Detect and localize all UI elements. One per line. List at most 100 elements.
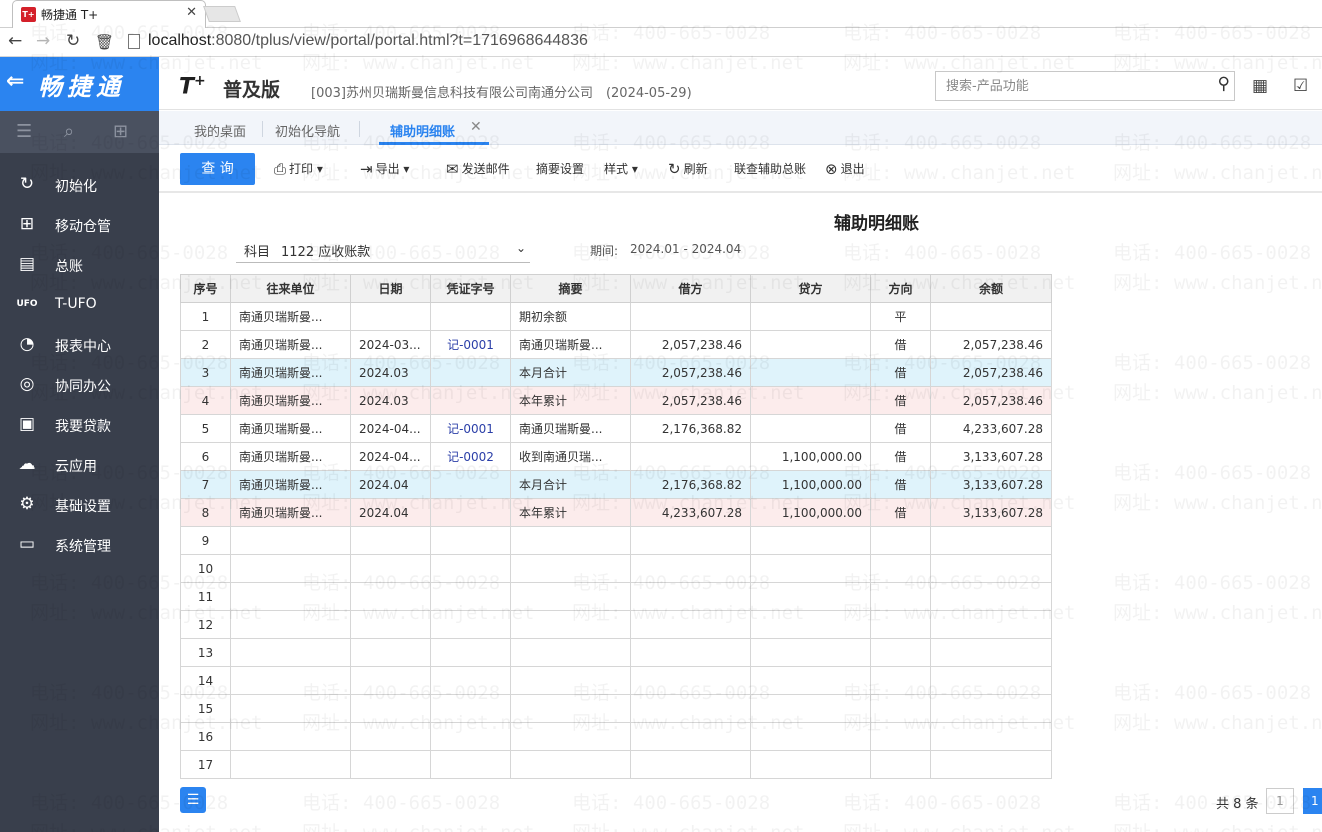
cell-credit: 1,100,000.00 [750, 470, 871, 499]
tab-my-desktop[interactable]: 我的桌面 [194, 121, 246, 140]
column-header[interactable]: 余额 [930, 274, 1052, 303]
column-header[interactable]: 方向 [870, 274, 931, 303]
table-row[interactable]: 10 [180, 554, 1052, 583]
table-row[interactable]: 1 南通贝瑞斯曼... 期初余额 平 [180, 302, 1052, 331]
column-header[interactable]: 日期 [350, 274, 431, 303]
cell-direction [870, 582, 931, 611]
sidebar-item-system-admin[interactable]: ▭ 系统管理 [0, 525, 159, 565]
export-button[interactable]: ⇥ 导出 ▾ [360, 160, 409, 178]
close-tab-icon[interactable]: ✕ [470, 119, 482, 135]
linked-summary-button[interactable]: 联查辅助总账 [734, 160, 806, 177]
sidebar-item-basic-settings[interactable]: ⚙ 基础设置 [0, 485, 159, 525]
trash-icon[interactable]: 🗑 [95, 33, 114, 51]
sidebar-item-t-ufo[interactable]: UFO T-UFO [0, 285, 159, 325]
print-button[interactable]: ⎙ 打印 ▾ [274, 160, 323, 178]
export-icon: ⇥ [360, 160, 373, 178]
cell-credit [750, 722, 871, 751]
reload-icon[interactable]: ↻ [66, 31, 80, 51]
table-row[interactable]: 17 [180, 750, 1052, 779]
cell-voucher[interactable]: 记-0001 [430, 330, 511, 359]
cell-date: 2024.03 [350, 386, 431, 415]
table-row[interactable]: 9 [180, 526, 1052, 555]
cell-seq: 4 [180, 386, 231, 415]
cell-unit: 南通贝瑞斯曼... [230, 498, 351, 527]
sidebar-item-mobile-warehouse[interactable]: ⊞ 移动仓管 [0, 205, 159, 245]
mail-icon: ✉ [446, 160, 459, 178]
tab-aux-detail-ledger[interactable]: 辅助明细账 [390, 121, 455, 140]
column-header[interactable]: 序号 [180, 274, 231, 303]
cell-voucher[interactable]: 记-0001 [430, 414, 511, 443]
page-tabs: 我的桌面 初始化导航 辅助明细账 ✕ [159, 111, 1322, 145]
table-row[interactable]: 11 [180, 582, 1052, 611]
column-header[interactable]: 摘要 [510, 274, 631, 303]
column-header[interactable]: 借方 [630, 274, 751, 303]
sidebar-item-init[interactable]: ↻ 初始化 [0, 165, 159, 205]
style-button[interactable]: 样式 ▾ [604, 160, 638, 177]
cell-seq: 10 [180, 554, 231, 583]
print-label: 打印 [289, 162, 314, 176]
table-row[interactable]: 8 南通贝瑞斯曼... 2024.04 本年累计 4,233,607.28 1,100,0… [180, 498, 1052, 527]
cell-seq: 9 [180, 526, 231, 555]
cell-voucher [430, 694, 511, 723]
column-header[interactable]: 凭证字号 [430, 274, 511, 303]
cell-debit: 4,233,607.28 [630, 498, 751, 527]
sidebar-item-cloud-apps[interactable]: ☁ 云应用 [0, 445, 159, 485]
cell-direction: 借 [870, 330, 931, 359]
cell-credit [750, 610, 871, 639]
cell-voucher[interactable]: 记-0002 [430, 442, 511, 471]
page-input[interactable]: 1 [1266, 788, 1294, 814]
column-header[interactable]: 往来单位 [230, 274, 351, 303]
new-tab-button[interactable] [203, 6, 241, 22]
sidebar-item-report-center[interactable]: ◔ 报表中心 [0, 325, 159, 365]
refresh-button[interactable]: ↻ 刷新 [668, 160, 708, 178]
address-bar[interactable]: localhost:8080/tplus/view/portal/portal.… [148, 32, 588, 50]
cell-date [350, 694, 431, 723]
column-header[interactable]: 贷方 [750, 274, 871, 303]
summary-settings-button[interactable]: 摘要设置 [536, 160, 584, 177]
table-row[interactable]: 5 南通贝瑞斯曼... 2024-04... 记-0001 南通贝瑞斯曼... 2,176… [180, 414, 1052, 443]
search-input[interactable] [936, 72, 1196, 100]
report-title: 辅助明细账 [834, 214, 919, 234]
cell-date: 2024.03 [350, 358, 431, 387]
checklist-icon[interactable]: ☑ [1293, 76, 1308, 96]
search-icon[interactable]: ⚲ [1218, 74, 1230, 94]
watermark-phone: 电话: 400-665-0028 [302, 792, 501, 814]
calculator-icon[interactable]: ▦ [1252, 76, 1268, 96]
tab-init-guide[interactable]: 初始化导航 [275, 121, 340, 140]
tab-separator [262, 121, 263, 137]
cell-summary: 南通贝瑞斯曼... [510, 414, 631, 443]
cell-summary [510, 582, 631, 611]
current-page-button[interactable]: 1 [1303, 788, 1322, 814]
table-row[interactable]: 13 [180, 638, 1052, 667]
table-row[interactable]: 14 [180, 666, 1052, 695]
table-row[interactable]: 6 南通贝瑞斯曼... 2024-04... 记-0002 收到南通贝瑞... 1,100… [180, 442, 1052, 471]
sidebar-item-collaboration[interactable]: ◎ 协同办公 [0, 365, 159, 405]
table-row[interactable]: 7 南通贝瑞斯曼... 2024.04 本月合计 2,176,368.82 1,100,0… [180, 470, 1052, 499]
table-row[interactable]: 2 南通贝瑞斯曼... 2024-03... 记-0001 南通贝瑞斯曼... 2,057… [180, 330, 1052, 359]
menu-icon[interactable]: ☰ [16, 121, 32, 142]
close-tab-icon[interactable]: ✕ [186, 5, 197, 20]
cell-direction: 借 [870, 358, 931, 387]
send-email-button[interactable]: ✉ 发送邮件 [446, 160, 510, 178]
exit-button[interactable]: ⊗ 退出 [825, 160, 865, 178]
subject-select[interactable]: 科目 1122 应收账款 ⌄ [236, 236, 530, 263]
browser-tab[interactable]: T+ 畅捷通 T+ ✕ [12, 0, 206, 28]
forward-arrow-icon[interactable]: → [36, 31, 50, 51]
back-arrow-icon[interactable]: ← [8, 31, 22, 51]
cell-unit [230, 582, 351, 611]
sidebar-item-general-ledger[interactable]: ▤ 总账 [0, 245, 159, 285]
table-row[interactable]: 12 [180, 610, 1052, 639]
table-row[interactable]: 3 南通贝瑞斯曼... 2024.03 本月合计 2,057,238.46 借 2,057,… [180, 358, 1052, 387]
sidebar-item-label: 基础设置 [55, 499, 111, 515]
cell-date [350, 526, 431, 555]
table-row[interactable]: 4 南通贝瑞斯曼... 2024.03 本年累计 2,057,238.46 借 2,057,… [180, 386, 1052, 415]
table-row[interactable]: 15 [180, 694, 1052, 723]
table-row[interactable]: 16 [180, 722, 1052, 751]
column-settings-icon[interactable]: ☰ [180, 787, 206, 813]
add-doc-icon[interactable]: ⊞ [113, 121, 128, 142]
back-arrow-icon[interactable]: ⇐ [6, 69, 24, 94]
query-button[interactable]: 查 询 [180, 153, 255, 185]
search-doc-icon[interactable]: ⌕ [64, 121, 74, 142]
sidebar-item-label: 报表中心 [55, 339, 111, 355]
sidebar-item-loan[interactable]: ▣ 我要贷款 [0, 405, 159, 445]
